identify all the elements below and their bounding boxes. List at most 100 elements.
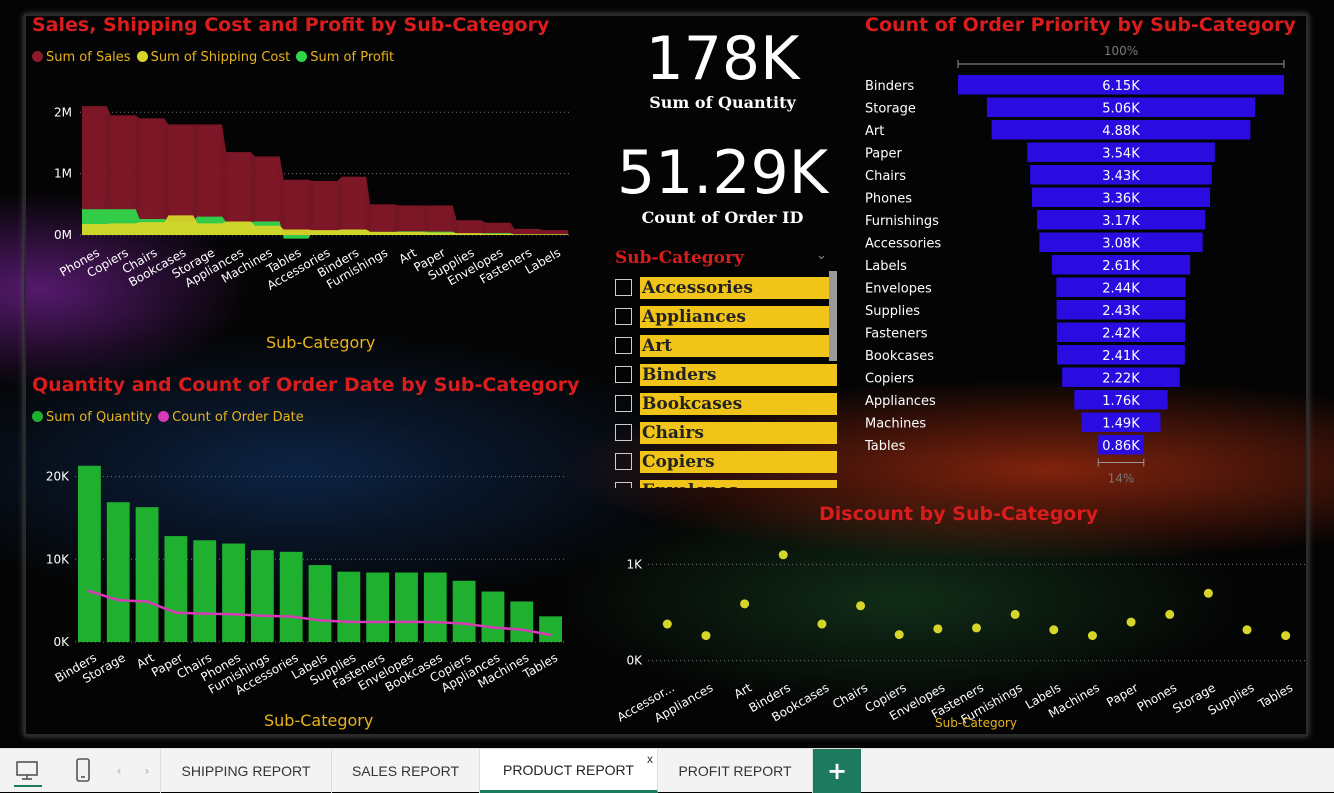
point-discount-copiers[interactable] — [894, 630, 904, 640]
point-discount-labels[interactable] — [1049, 625, 1059, 635]
bar-quantity-tables[interactable] — [539, 616, 562, 642]
point-orderdate-chairs[interactable] — [203, 612, 207, 616]
bar-quantity-copiers[interactable] — [452, 580, 476, 642]
point-discount-envelopes[interactable] — [933, 624, 943, 634]
slicer-checkbox[interactable] — [615, 453, 632, 470]
slicer-checkbox[interactable] — [615, 395, 632, 412]
bar-quantity-binders[interactable] — [78, 465, 101, 642]
slicer-item-chairs[interactable]: Chairs — [612, 418, 842, 447]
slicer-checkbox[interactable] — [615, 424, 632, 441]
mark-sum-of-sales-accessories[interactable] — [313, 181, 337, 235]
mark-sum-of-sales-art[interactable] — [400, 205, 423, 235]
bar-quantity-machines[interactable] — [510, 601, 534, 642]
point-discount-bookcases[interactable] — [817, 619, 827, 629]
point-discount-paper[interactable] — [1126, 617, 1136, 627]
mark-sum-of-sales-tables[interactable] — [284, 179, 308, 235]
tab-product-report[interactable]: PRODUCT REPORT x — [480, 749, 658, 793]
sales-shipping-profit-chart[interactable]: 2M1M0MPhonesCopiersChairsBookcasesStorag… — [30, 80, 590, 330]
point-discount-binders[interactable] — [778, 550, 788, 560]
point-discount-furnishings[interactable] — [1010, 609, 1020, 619]
slicer-item-envelopes[interactable]: Envelopes — [612, 476, 842, 488]
legend-profit[interactable]: Sum of Profit — [296, 50, 394, 65]
slicer-checkbox[interactable] — [615, 366, 632, 383]
slicer-item-accessories[interactable]: Accessories — [612, 273, 842, 302]
bar-quantity-appliances[interactable] — [481, 591, 505, 642]
chevron-down-icon[interactable]: ⌄ — [816, 248, 827, 263]
point-orderdate-tables[interactable] — [549, 633, 553, 637]
legend-shipping[interactable]: Sum of Shipping Cost — [136, 50, 290, 65]
bar-quantity-chairs[interactable] — [193, 540, 217, 642]
slicer-item-binders[interactable]: Binders — [612, 360, 842, 389]
point-orderdate-fasteners[interactable] — [376, 620, 380, 624]
bar-quantity-envelopes[interactable] — [395, 572, 418, 642]
legend-quantity[interactable]: Sum of Quantity — [32, 410, 152, 425]
point-discount-storage[interactable] — [1203, 588, 1213, 598]
point-discount-machines[interactable] — [1087, 631, 1097, 641]
slicer-checkbox[interactable] — [615, 482, 632, 488]
point-orderdate-paper[interactable] — [174, 611, 178, 615]
point-orderdate-furnishings[interactable] — [260, 614, 264, 618]
legend-orderdate[interactable]: Count of Order Date — [158, 410, 304, 425]
point-discount-appliances[interactable] — [701, 631, 711, 641]
legend-sales[interactable]: Sum of Sales — [32, 50, 131, 65]
point-discount-tables[interactable] — [1281, 631, 1291, 641]
point-orderdate-appliances[interactable] — [491, 625, 495, 629]
point-orderdate-binders[interactable] — [87, 589, 91, 593]
slicer-item-copiers[interactable]: Copiers — [612, 447, 842, 476]
legend-profit-dot — [296, 51, 308, 62]
slicer-checkbox[interactable] — [615, 308, 632, 325]
tab-sales-report[interactable]: SALES REPORT — [332, 749, 480, 793]
mark-sum-of-sales-paper[interactable] — [428, 205, 452, 235]
point-orderdate-copiers[interactable] — [462, 622, 466, 626]
mark-sum-of-sales-supplies[interactable] — [457, 220, 481, 235]
mark-sum-of-sales-furnishings[interactable] — [371, 204, 395, 235]
order-priority-funnel[interactable]: 100% Binders 6.15K Storage 5.06K Art 4.88K Pape… — [855, 40, 1305, 495]
mark-sum-of-sales-binders[interactable] — [342, 176, 366, 235]
point-orderdate-labels[interactable] — [318, 618, 322, 622]
add-page-button[interactable]: + — [813, 749, 861, 793]
point-orderdate-storage[interactable] — [116, 598, 120, 602]
point-orderdate-art[interactable] — [145, 600, 149, 604]
slicer-item-bookcases[interactable]: Bookcases — [612, 389, 842, 418]
mark-sum-of-sales-chairs[interactable] — [140, 118, 164, 235]
next-arrow-icon[interactable]: › — [138, 749, 156, 793]
point-orderdate-machines[interactable] — [520, 628, 524, 632]
slicer-checkbox[interactable] — [615, 337, 632, 354]
tab-profit-report[interactable]: PROFIT REPORT — [658, 749, 813, 793]
point-discount-chairs[interactable] — [856, 601, 866, 611]
bar-quantity-art[interactable] — [135, 507, 159, 642]
mark-sum-of-sales-labels[interactable] — [544, 230, 567, 235]
close-icon[interactable]: x — [647, 752, 653, 766]
prev-arrow-icon[interactable]: ‹ — [110, 749, 128, 793]
bar-quantity-accessories[interactable] — [279, 551, 303, 642]
funnel-value-label: 1.76K — [1102, 394, 1140, 409]
point-orderdate-envelopes[interactable] — [404, 620, 408, 624]
bar-quantity-furnishings[interactable] — [250, 550, 274, 642]
tab-shipping-report[interactable]: SHIPPING REPORT — [160, 749, 332, 793]
point-discount-supplies[interactable] — [1242, 625, 1252, 635]
desktop-icon[interactable] — [8, 749, 46, 793]
point-discount-art[interactable] — [740, 599, 750, 609]
phone-icon[interactable] — [64, 749, 102, 793]
slicer-scrollbar[interactable] — [829, 271, 837, 361]
point-discount-phones[interactable] — [1165, 609, 1175, 619]
discount-scatter-chart[interactable]: 1K0KAccessor...Appliances ArtBindersBookc… — [600, 540, 1305, 735]
point-orderdate-supplies[interactable] — [347, 620, 351, 624]
bar-quantity-paper[interactable] — [164, 536, 188, 642]
point-discount-fasteners[interactable] — [972, 623, 981, 633]
slicer-checkbox[interactable] — [615, 279, 632, 296]
mark-sum-of-sales-fasteners[interactable] — [515, 228, 539, 235]
point-orderdate-accessories[interactable] — [289, 615, 293, 619]
point-discount-accessor[interactable] — [662, 619, 672, 629]
bar-quantity-supplies[interactable] — [337, 571, 361, 642]
bar-quantity-storage[interactable] — [106, 502, 130, 642]
bar-quantity-labels[interactable] — [308, 565, 332, 642]
bar-quantity-fasteners[interactable] — [366, 572, 390, 642]
point-orderdate-phones[interactable] — [232, 612, 236, 616]
point-orderdate-bookcases[interactable] — [433, 620, 437, 624]
slicer-item-art[interactable]: Art — [612, 331, 842, 360]
bar-quantity-phones[interactable] — [222, 543, 245, 642]
slicer-item-appliances[interactable]: Appliances — [612, 302, 842, 331]
bar-quantity-bookcases[interactable] — [423, 572, 447, 642]
quantity-orderdate-chart[interactable]: 20K10K0KBindersStorage ArtPaperChairsPhon… — [30, 440, 590, 710]
